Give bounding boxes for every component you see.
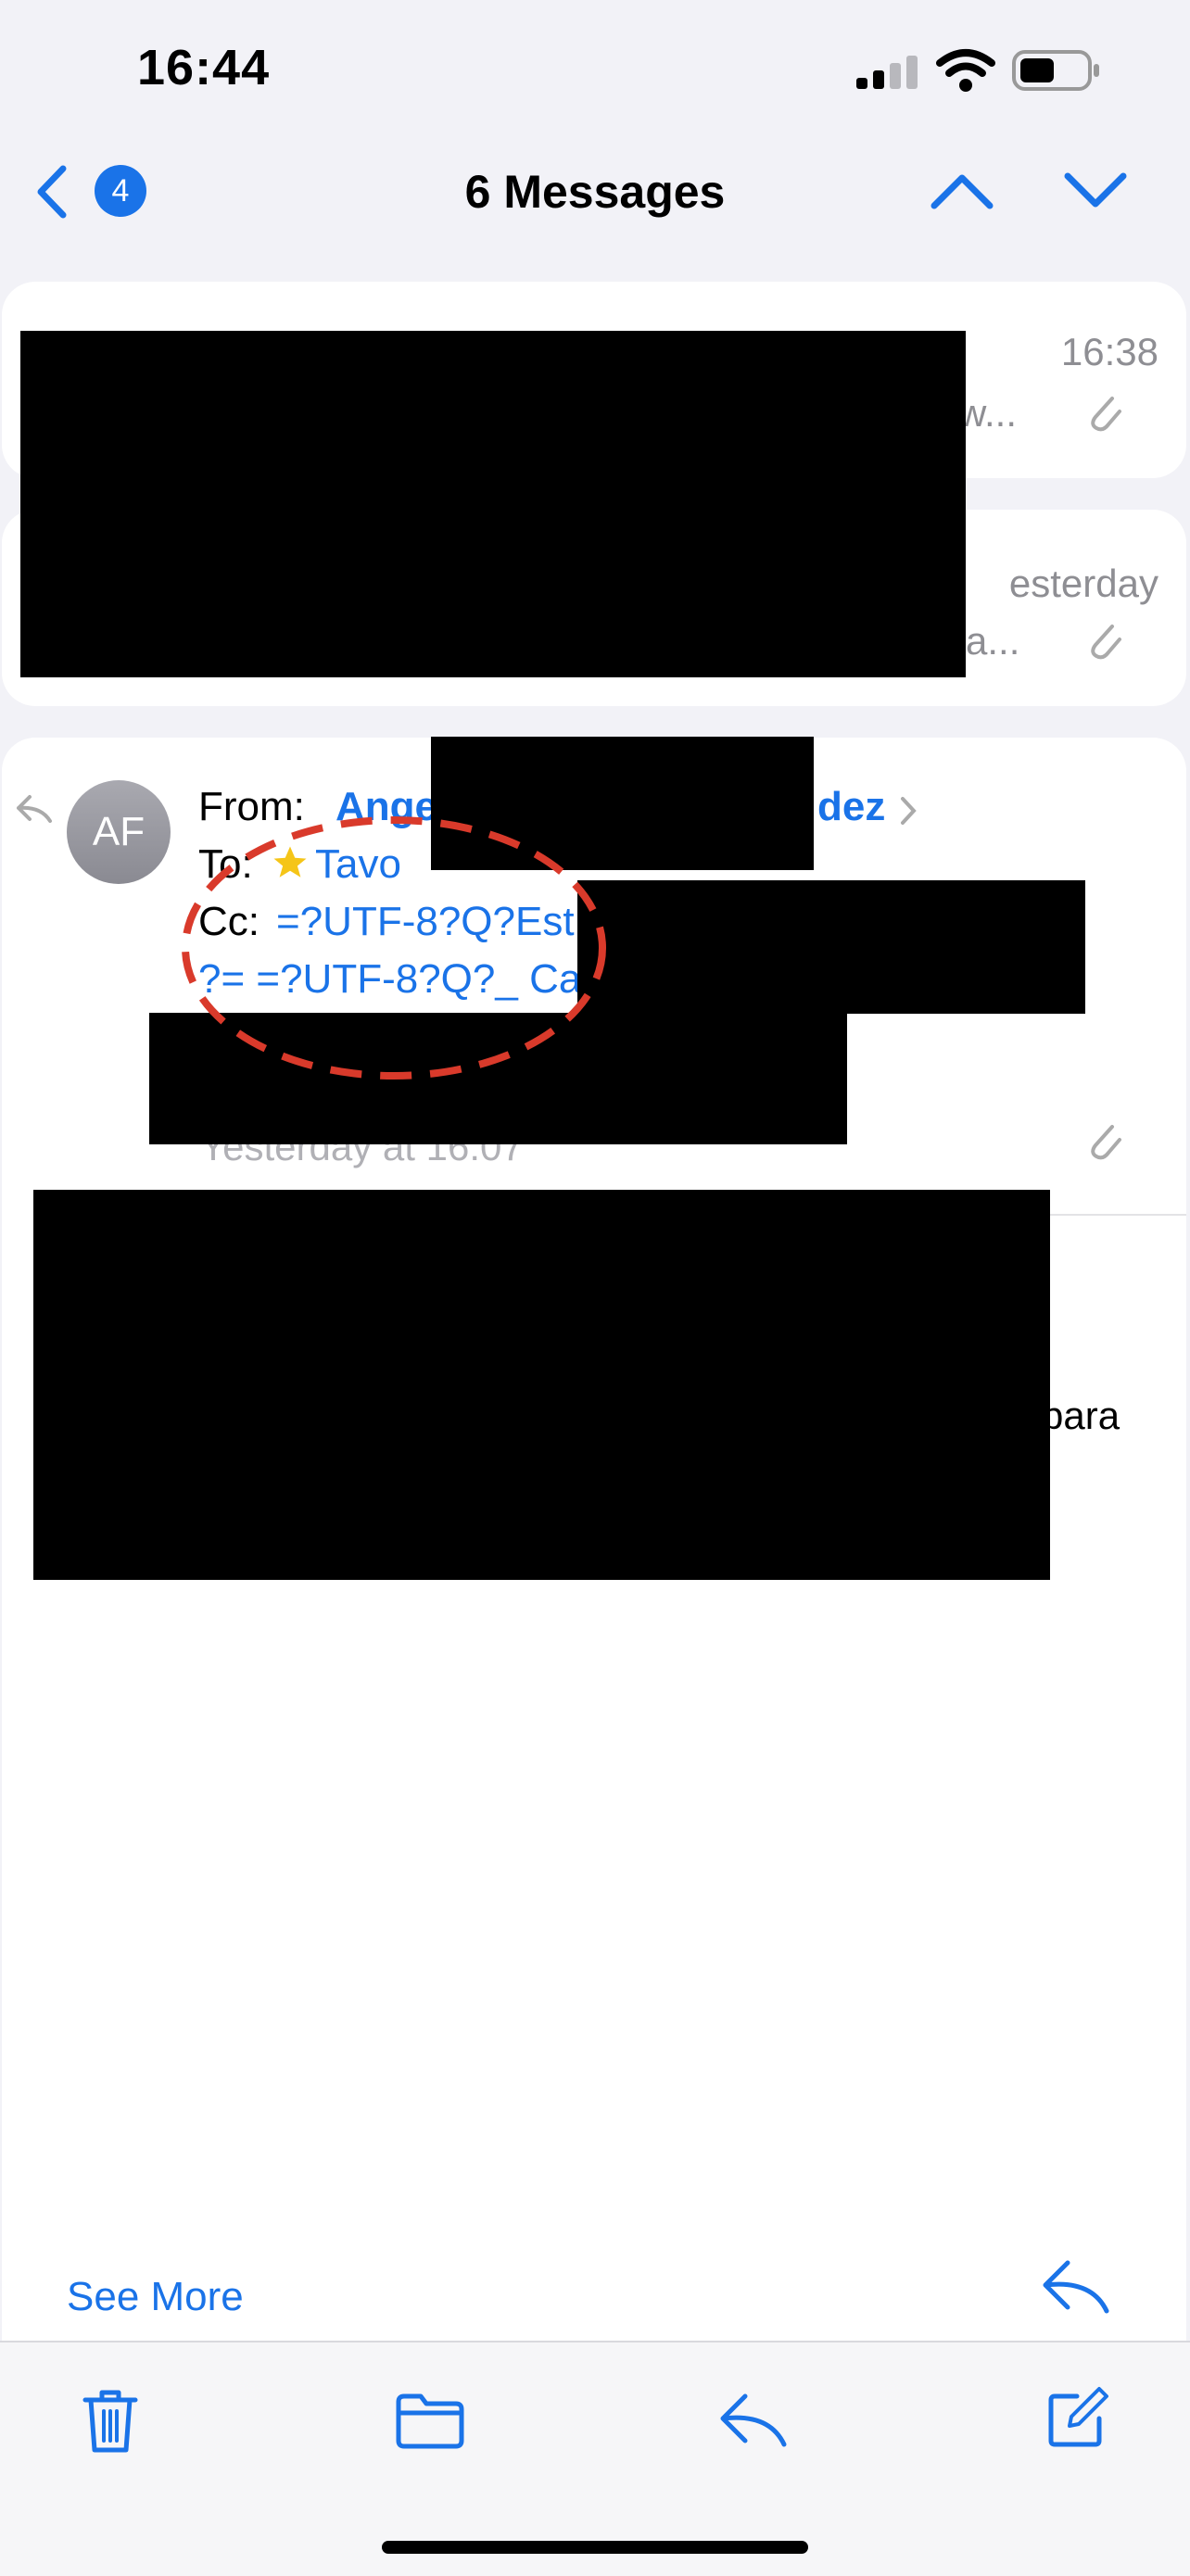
message-snippet: w... (958, 391, 1018, 435)
reply-icon[interactable] (717, 2389, 790, 2450)
reply-icon[interactable] (1040, 2255, 1112, 2317)
compose-icon[interactable] (1045, 2385, 1110, 2450)
chevron-up-icon[interactable] (929, 167, 995, 213)
paperclip-icon (1091, 397, 1121, 432)
avatar-initials: AF (92, 809, 146, 854)
trash-icon[interactable] (82, 2387, 139, 2456)
page-title: 6 Messages (464, 166, 726, 218)
redacted-region (33, 1190, 1050, 1580)
folder-icon[interactable] (395, 2393, 465, 2450)
redacted-region (577, 880, 1085, 1014)
annotation-circle (182, 816, 606, 1080)
chevron-down-icon[interactable] (1062, 167, 1129, 213)
battery-icon (1012, 50, 1099, 91)
redacted-region (20, 331, 966, 677)
message-body-text: para (1042, 1394, 1120, 1437)
paperclip-icon (1091, 1125, 1121, 1160)
status-time: 16:44 (137, 40, 271, 95)
message-time: 16:38 (1060, 330, 1158, 373)
wifi-icon (936, 49, 995, 92)
message-time: esterday (1008, 562, 1158, 605)
chevron-right-icon[interactable] (897, 793, 919, 828)
bottom-toolbar (0, 2341, 1190, 2576)
message-snippet: a... (966, 619, 1020, 663)
home-indicator (382, 2541, 808, 2554)
paperclip-icon (1091, 625, 1121, 660)
sender-name-end[interactable]: dez (817, 784, 885, 830)
signal-icon (856, 56, 918, 89)
reply-indicator-icon (17, 795, 52, 823)
see-more-link[interactable]: See More (67, 2274, 244, 2320)
